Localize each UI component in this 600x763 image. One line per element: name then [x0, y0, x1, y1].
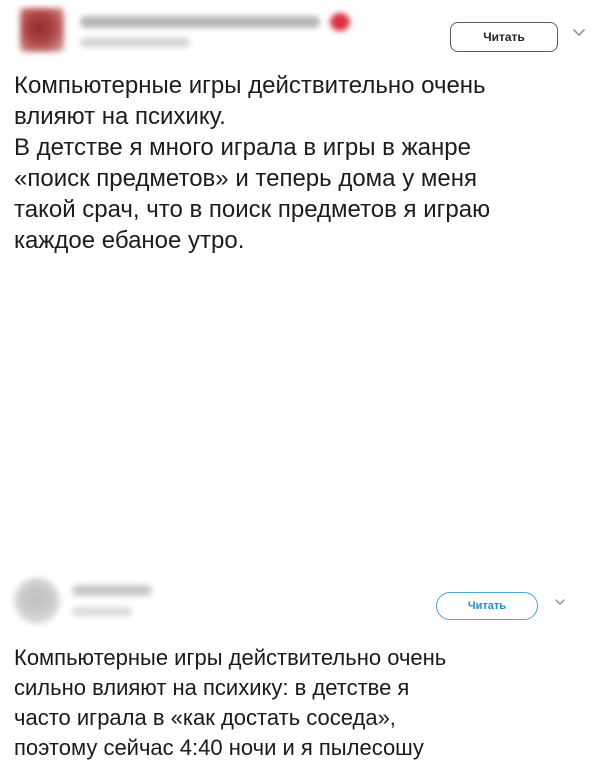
- follow-button[interactable]: Читать: [436, 592, 538, 620]
- avatar[interactable]: [20, 8, 64, 52]
- chevron-down-icon[interactable]: [572, 28, 586, 38]
- author-handle-blurred: [72, 607, 132, 616]
- heart-emoji-blurred: [330, 13, 350, 31]
- chevron-down-icon[interactable]: [554, 598, 566, 607]
- author-name-blurred[interactable]: [72, 585, 152, 596]
- tweet-card-1: Читать Компьютерные игры действительно о…: [0, 0, 600, 285]
- author-name-blurred[interactable]: [80, 16, 320, 28]
- author-handle-blurred: [80, 38, 190, 47]
- tweet-text: Компьютерные игры действительно очень си…: [14, 645, 447, 760]
- avatar[interactable]: [14, 578, 60, 624]
- tweet-text: Компьютерные игры действительно очень вл…: [14, 72, 491, 254]
- tweet-card-2: Читать Компьютерные игры действительно о…: [0, 285, 600, 760]
- follow-button[interactable]: Читать: [450, 22, 558, 52]
